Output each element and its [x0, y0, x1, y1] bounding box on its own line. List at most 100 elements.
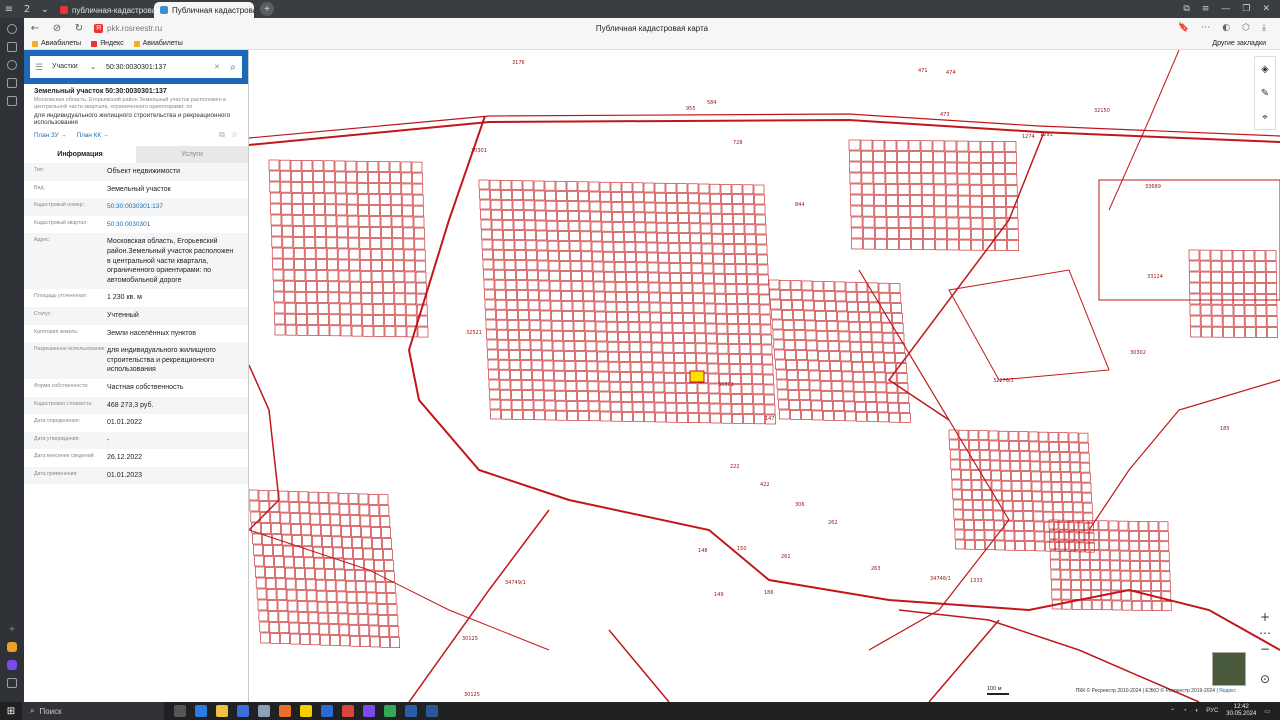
parcel[interactable] — [922, 206, 935, 218]
parcel[interactable] — [341, 525, 351, 537]
tab-services[interactable]: Услуги — [136, 146, 248, 163]
parcel[interactable] — [684, 333, 695, 343]
parcel[interactable] — [572, 291, 583, 301]
parcel[interactable] — [1222, 271, 1233, 283]
parcel[interactable] — [748, 304, 760, 315]
parcel[interactable] — [484, 289, 495, 300]
parcel[interactable] — [968, 151, 981, 163]
map-canvas[interactable] — [249, 50, 1280, 702]
parcel[interactable] — [1081, 580, 1091, 590]
parcel[interactable] — [815, 310, 826, 321]
parcel[interactable] — [1189, 315, 1201, 327]
parcel[interactable] — [302, 182, 314, 193]
parcel[interactable] — [882, 332, 894, 343]
parcel[interactable] — [413, 205, 424, 217]
parcel[interactable] — [651, 342, 663, 353]
parcel[interactable] — [944, 151, 957, 163]
parcel[interactable] — [595, 321, 607, 332]
parcel[interactable] — [841, 361, 852, 372]
parcel[interactable] — [963, 509, 974, 520]
parcel[interactable] — [951, 469, 961, 480]
parcel[interactable] — [935, 228, 947, 240]
parcel[interactable] — [1131, 580, 1141, 591]
parcel[interactable] — [1029, 441, 1039, 452]
parcel[interactable] — [710, 203, 722, 214]
parcel[interactable] — [975, 540, 985, 550]
parcel[interactable] — [351, 526, 361, 537]
parcel[interactable] — [612, 222, 624, 232]
parcel[interactable] — [1051, 482, 1062, 492]
parcel[interactable] — [663, 362, 675, 373]
parcel[interactable] — [753, 184, 765, 195]
parcel[interactable] — [661, 312, 672, 323]
parcel[interactable] — [505, 270, 516, 280]
parcel[interactable] — [744, 224, 756, 235]
parcel[interactable] — [1109, 530, 1119, 541]
parcel[interactable] — [512, 410, 523, 420]
parcel[interactable] — [386, 593, 397, 604]
parcel[interactable] — [945, 173, 958, 185]
parcel[interactable] — [817, 340, 829, 351]
parcel[interactable] — [268, 490, 279, 502]
parcel[interactable] — [368, 172, 379, 183]
parcel[interactable] — [499, 369, 510, 380]
parcel[interactable] — [258, 610, 269, 622]
parcel[interactable] — [830, 371, 842, 381]
parcel[interactable] — [605, 301, 617, 312]
parcel[interactable] — [805, 330, 817, 341]
parcel[interactable] — [284, 280, 295, 292]
parcel[interactable] — [871, 332, 883, 343]
parcel[interactable] — [549, 280, 561, 291]
browser-tab-active[interactable]: Публичная кадастровая ✕ — [154, 2, 254, 18]
parcel[interactable] — [874, 372, 886, 383]
parcel[interactable] — [264, 556, 274, 567]
parcel[interactable] — [346, 171, 357, 183]
parcel[interactable] — [350, 635, 360, 647]
parcel[interactable] — [888, 402, 899, 413]
parcel[interactable] — [729, 364, 741, 374]
parcel[interactable] — [982, 500, 993, 511]
parcel[interactable] — [306, 281, 317, 292]
parcel[interactable] — [899, 239, 912, 250]
parcel[interactable] — [315, 248, 327, 259]
parcel[interactable] — [367, 603, 378, 615]
parcel[interactable] — [739, 344, 751, 354]
parcel[interactable] — [999, 450, 1010, 461]
parcel[interactable] — [746, 254, 757, 265]
parcel[interactable] — [673, 333, 684, 343]
parcel[interactable] — [315, 237, 327, 248]
parcel[interactable] — [709, 403, 721, 414]
parcel[interactable] — [517, 290, 528, 300]
parcel[interactable] — [337, 237, 349, 249]
parcel[interactable] — [1030, 461, 1041, 472]
parcel[interactable] — [754, 204, 766, 215]
parcel[interactable] — [483, 269, 494, 280]
parcel[interactable] — [671, 303, 683, 313]
parcel[interactable] — [732, 194, 743, 204]
parcel[interactable] — [565, 381, 577, 391]
parcel[interactable] — [1052, 502, 1063, 512]
parcel[interactable] — [744, 214, 755, 225]
parcel[interactable] — [523, 190, 534, 201]
parcel[interactable] — [1138, 521, 1149, 531]
parcel[interactable] — [293, 226, 304, 237]
parcel[interactable] — [775, 359, 786, 370]
parcel[interactable] — [295, 281, 306, 292]
parcel[interactable] — [641, 352, 652, 363]
parcel[interactable] — [621, 392, 632, 402]
parcel[interactable] — [530, 340, 542, 351]
parcel[interactable] — [799, 390, 811, 400]
parcel[interactable] — [493, 249, 504, 260]
parcel[interactable] — [875, 238, 888, 250]
parcel[interactable] — [1042, 501, 1053, 512]
parcel[interactable] — [401, 172, 412, 184]
parcel[interactable] — [571, 281, 583, 291]
parcel[interactable] — [1129, 550, 1140, 561]
parcel[interactable] — [336, 591, 347, 603]
parcel[interactable] — [483, 279, 495, 290]
parcel[interactable] — [648, 272, 659, 283]
plan-zu-link[interactable]: План ЗУ → — [34, 132, 67, 139]
parcel[interactable] — [587, 381, 599, 392]
parcel[interactable] — [324, 171, 335, 183]
parcel[interactable] — [1189, 304, 1201, 316]
